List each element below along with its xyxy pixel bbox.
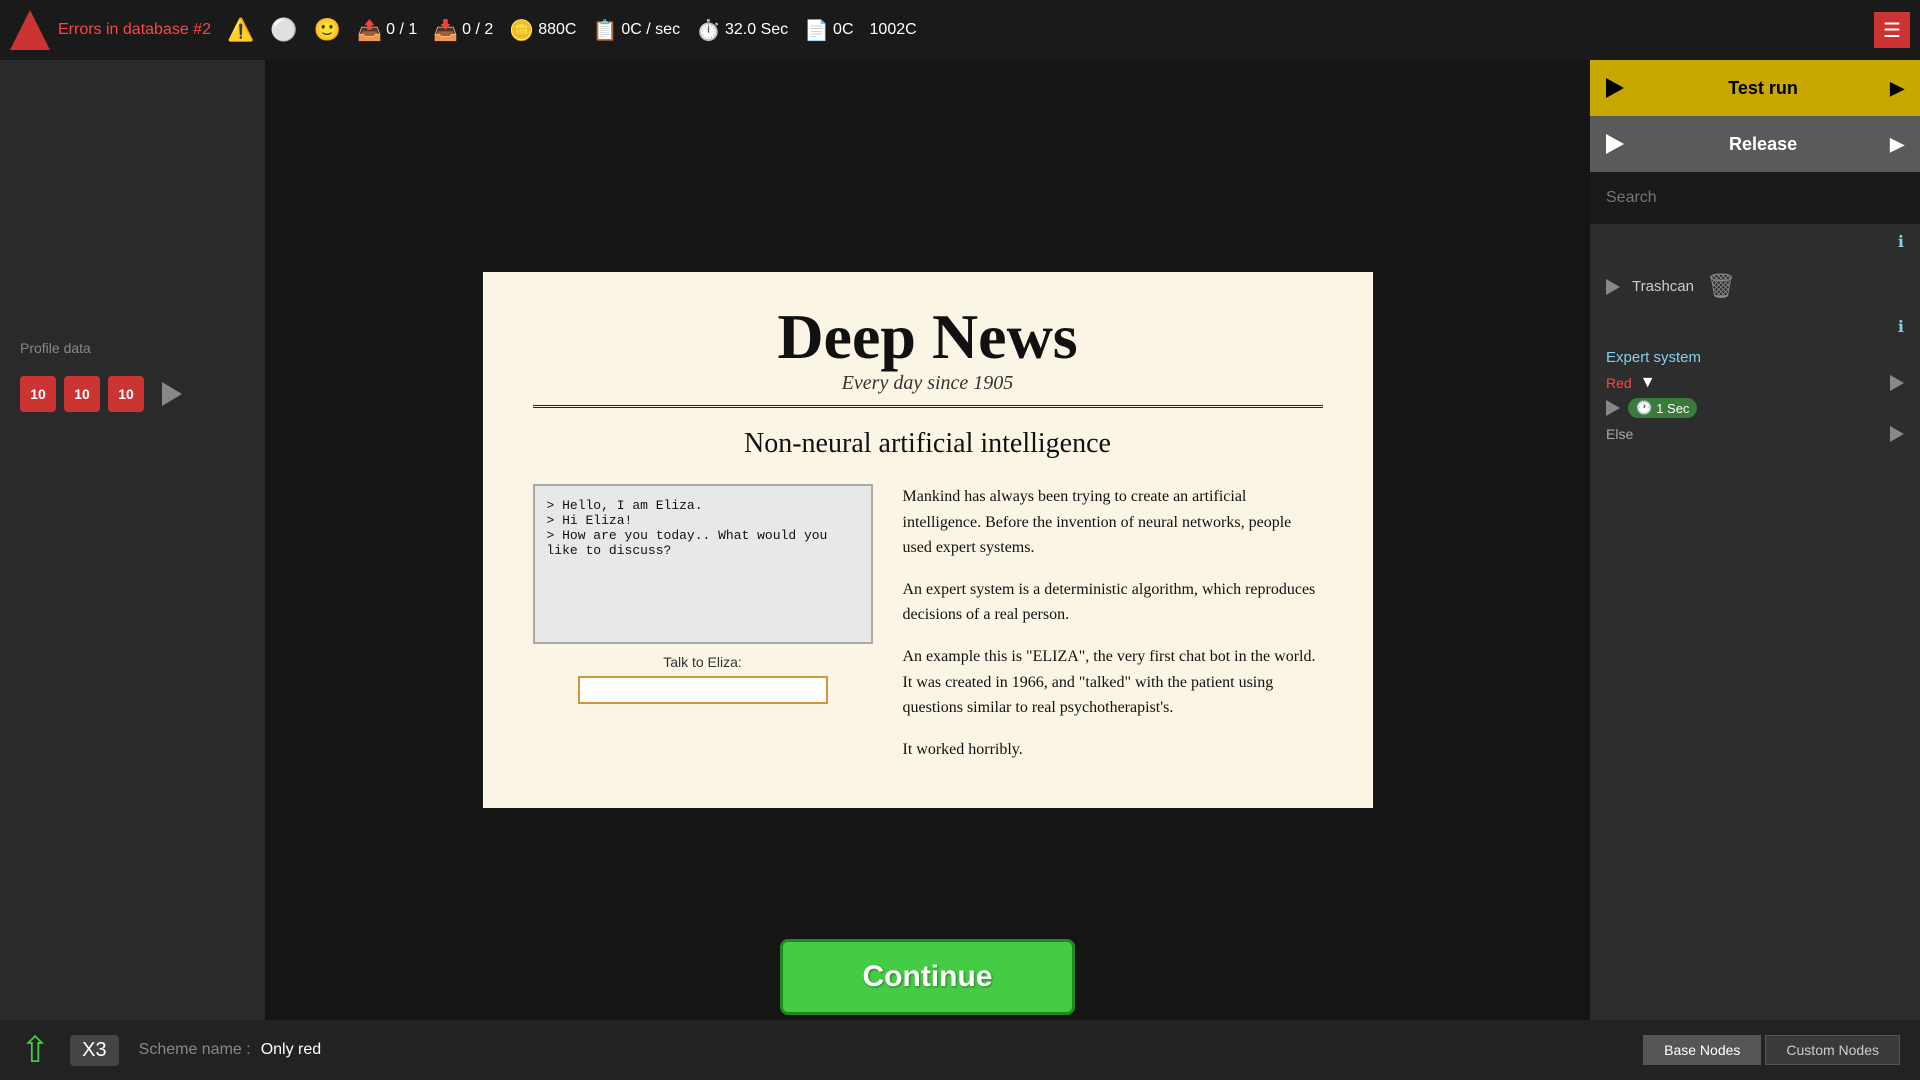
newspaper-subtitle: Every day since 1905 xyxy=(533,372,1323,395)
es-timer-value: 1 Sec xyxy=(1656,401,1689,416)
node-badge-3: 10 xyxy=(108,376,144,412)
rate-value: 0C / sec xyxy=(621,21,680,39)
search-bar[interactable] xyxy=(1590,172,1920,224)
coins-icon: 🪙 xyxy=(509,18,534,43)
bottom-tabs: Base Nodes Custom Nodes xyxy=(1643,1035,1900,1065)
face-icon: ⚪ xyxy=(270,17,297,43)
release-label: Release xyxy=(1636,134,1890,155)
green-arrow-icon: ⇧ xyxy=(20,1029,50,1071)
profile-data-label: Profile data xyxy=(0,60,265,366)
trashcan-section: Trashcan 🗑 xyxy=(1590,260,1920,313)
scheme-name-value: Only red xyxy=(261,1041,321,1059)
bottombar: ⇧ X3 Scheme name : Only red Base Nodes C… xyxy=(0,1020,1920,1080)
timer-value: 32.0 Sec xyxy=(725,21,788,39)
rate-stat: 📋 0C / sec xyxy=(592,18,680,43)
stat2: 📥 0 / 2 xyxy=(433,18,493,43)
node-badge-1: 10 xyxy=(20,376,56,412)
left-sidebar: Profile data 10 10 10 xyxy=(0,60,265,1080)
es-play-row: 🕐 1 Sec xyxy=(1606,398,1904,418)
tab-base-nodes[interactable]: Base Nodes xyxy=(1643,1035,1761,1065)
arrow-icon2: 📥 xyxy=(433,18,458,43)
testrun-arrow-icon: ▶ xyxy=(1890,78,1904,99)
expert-color-label: Red xyxy=(1606,375,1632,391)
coins-stat: 🪙 880C xyxy=(509,18,576,43)
article-title: Non-neural artificial intelligence xyxy=(533,428,1323,460)
info-icon-2: ℹ xyxy=(1898,317,1904,337)
expert-system-label: Expert system xyxy=(1606,349,1904,366)
expert-arrow-icon xyxy=(1890,375,1904,391)
error-label: Errors in database #2 xyxy=(58,21,211,39)
trashcan-label: Trashcan xyxy=(1632,278,1694,295)
continue-button[interactable]: Continue xyxy=(780,939,1076,1015)
eliza-input[interactable] xyxy=(578,676,828,704)
extra-icon: 📄 xyxy=(804,18,829,43)
coins-value: 880C xyxy=(538,21,576,39)
testrun-button[interactable]: Test run ▶ xyxy=(1590,60,1920,116)
newspaper-left: > Hello, I am Eliza.> Hi Eliza!> How are… xyxy=(533,484,873,778)
release-arrow-icon: ▶ xyxy=(1890,134,1904,155)
testrun-play-icon xyxy=(1606,78,1624,98)
node-row: 10 10 10 xyxy=(0,366,265,422)
trashcan-icon: 🗑 xyxy=(1706,272,1736,301)
newspaper-title: Deep News xyxy=(533,302,1323,372)
extra-value: 0C xyxy=(833,21,853,39)
tab-custom-nodes[interactable]: Custom Nodes xyxy=(1765,1035,1900,1065)
stat1: 📤 0 / 1 xyxy=(357,18,417,43)
topbar: Errors in database #2 ⚠️ ⚪ 🙂 📤 0 / 1 📥 0… xyxy=(0,0,1920,60)
rate-icon: 📋 xyxy=(592,18,617,43)
newspaper-modal: Deep News Every day since 1905 Non-neura… xyxy=(483,272,1373,809)
body-paragraph: It worked horribly. xyxy=(903,737,1323,763)
timer-stat: ⏱️ 32.0 Sec xyxy=(696,18,788,43)
body-paragraph: Mankind has always been trying to create… xyxy=(903,484,1323,561)
menu-button[interactable]: ☰ xyxy=(1874,12,1910,48)
continue-button-container: Continue xyxy=(265,939,1590,1015)
logo-icon xyxy=(10,10,50,50)
info-icon: ℹ xyxy=(1898,232,1904,252)
eliza-talk-label: Talk to Eliza: xyxy=(533,654,873,670)
es-timer-icon: 🕐 xyxy=(1636,400,1652,416)
newspaper-content: > Hello, I am Eliza.> Hi Eliza!> How are… xyxy=(533,484,1323,778)
newspaper-header: Deep News Every day since 1905 xyxy=(533,302,1323,395)
timer-icon: ⏱️ xyxy=(696,18,721,43)
expert-system-row: Red ▼ xyxy=(1606,374,1904,392)
modal-overlay: Deep News Every day since 1905 Non-neura… xyxy=(265,60,1590,1020)
release-button[interactable]: Release ▶ xyxy=(1590,116,1920,172)
es-play-icon[interactable] xyxy=(1606,400,1620,416)
arrow-icon: 📤 xyxy=(357,18,382,43)
testrun-label: Test run xyxy=(1636,78,1890,99)
warning-icon: ⚠️ xyxy=(227,17,254,43)
info-row: ℹ xyxy=(1590,224,1920,260)
character-icon: 🙂 xyxy=(314,17,341,43)
extra-stat: 📄 0C xyxy=(804,18,853,43)
else-label: Else xyxy=(1606,426,1633,442)
x3-badge: X3 xyxy=(70,1035,118,1066)
node-play-button[interactable] xyxy=(162,382,182,406)
newspaper-divider xyxy=(533,405,1323,408)
body-paragraph: An expert system is a deterministic algo… xyxy=(903,577,1323,628)
expert-dropdown-icon[interactable]: ▼ xyxy=(1640,374,1656,392)
stat1-count: 0 / 1 xyxy=(386,21,417,39)
body-paragraph: An example this is "ELIZA", the very fir… xyxy=(903,644,1323,721)
eliza-terminal: > Hello, I am Eliza.> Hi Eliza!> How are… xyxy=(533,484,873,644)
scheme-name-label: Scheme name : xyxy=(139,1041,251,1059)
expert-system-section: Expert system Red ▼ 🕐 1 Sec Else xyxy=(1590,341,1920,450)
logo-area: Errors in database #2 xyxy=(10,10,211,50)
es-timer-badge: 🕐 1 Sec xyxy=(1628,398,1697,418)
else-arrow-icon xyxy=(1890,426,1904,442)
total-value: 1002C xyxy=(870,21,917,39)
right-sidebar: Test run ▶ Release ▶ ℹ Trashcan 🗑 ℹ Expe… xyxy=(1590,60,1920,1080)
node-badge-2: 10 xyxy=(64,376,100,412)
stat2-count: 0 / 2 xyxy=(462,21,493,39)
release-play-icon xyxy=(1606,134,1624,154)
else-row: Else xyxy=(1606,426,1904,442)
total-stat: 1002C xyxy=(870,21,917,39)
newspaper-right: Mankind has always been trying to create… xyxy=(903,484,1323,778)
trashcan-play-icon[interactable] xyxy=(1606,279,1620,295)
search-input[interactable] xyxy=(1606,189,1904,207)
sidebar-section-info: ℹ xyxy=(1590,313,1920,341)
